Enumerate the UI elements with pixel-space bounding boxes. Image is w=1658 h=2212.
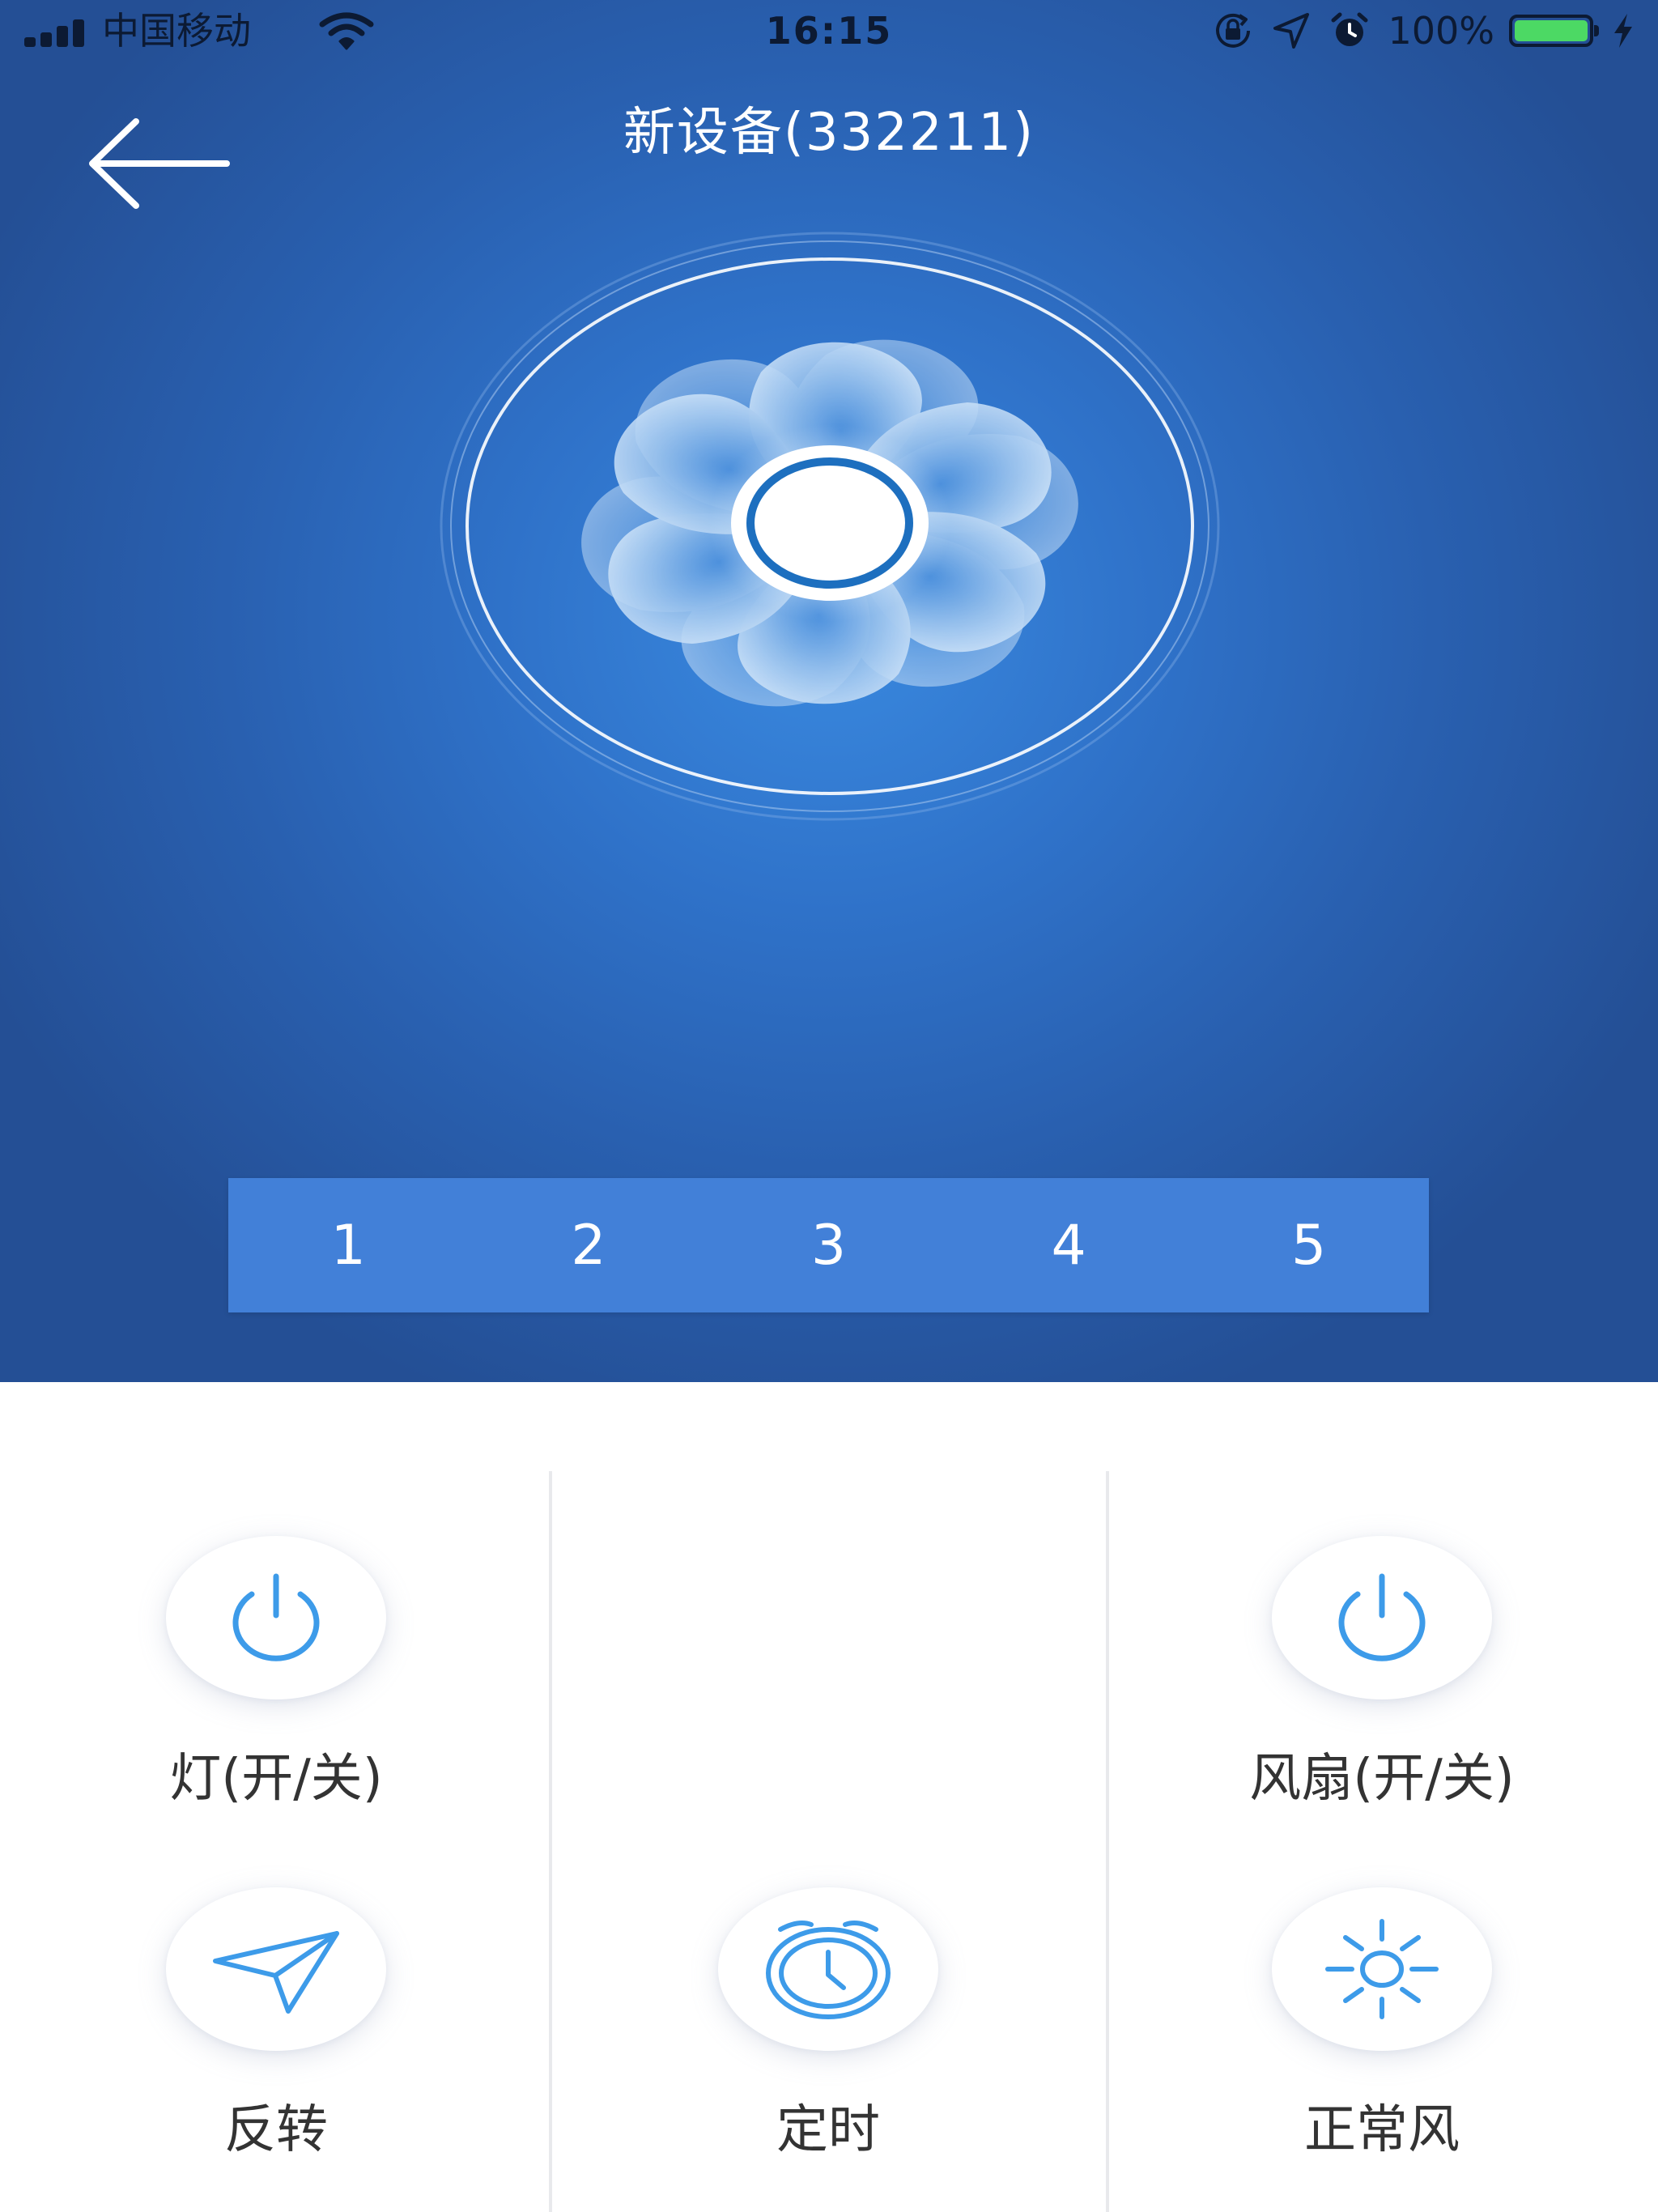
controls-panel: 灯(开/关) 风扇(开/关) 反转 定时 正常风 <box>0 1382 1658 2212</box>
speed-selector: 12345 <box>228 1178 1429 1312</box>
speed-level-2[interactable]: 2 <box>469 1178 709 1312</box>
sun-icon <box>1325 1919 1439 2019</box>
fan-toggle-label: 风扇(开/关) <box>1249 1749 1515 1809</box>
speed-level-1[interactable]: 1 <box>228 1178 469 1312</box>
reverse-label: 反转 <box>224 2100 328 2160</box>
fan-control-screen: 中国移动 16:15 100% 新设备(332211) 1 2 3 4 5 灯(… <box>0 0 1658 2212</box>
hero-panel: 中国移动 16:15 100% 新设备(332211) 1 2 3 4 5 <box>0 0 1658 1382</box>
light-toggle-circle[interactable] <box>166 1536 386 1699</box>
battery-fill <box>1515 20 1588 41</box>
location-icon <box>1273 13 1310 49</box>
speed-level-5[interactable]: 5 <box>1188 1178 1429 1312</box>
fan-toggle-button[interactable]: 风扇(开/关) <box>1106 1536 1658 1811</box>
speed-level-3[interactable]: 3 <box>708 1178 949 1312</box>
normal-wind-circle[interactable] <box>1272 1887 1492 2051</box>
normal-wind-label: 正常风 <box>1304 2100 1460 2160</box>
timer-button[interactable]: 定时 <box>552 1887 1104 2163</box>
speed-level-4[interactable]: 4 <box>949 1178 1189 1312</box>
reverse-button[interactable]: 反转 <box>0 1887 552 2163</box>
fan-toggle-circle[interactable] <box>1272 1536 1492 1699</box>
normal-wind-button[interactable]: 正常风 <box>1106 1887 1658 2163</box>
page-title: 新设备(332211) <box>623 103 1035 163</box>
light-toggle-label: 灯(开/关) <box>169 1749 383 1809</box>
status-bar: 中国移动 16:15 100% <box>0 0 1658 62</box>
reverse-circle[interactable] <box>166 1887 386 2051</box>
battery-percent: 100% <box>1388 9 1494 53</box>
charging-icon <box>1614 14 1632 48</box>
light-toggle-button[interactable]: 灯(开/关) <box>0 1536 552 1811</box>
power-icon <box>232 1573 320 1661</box>
timer-label: 定时 <box>776 2100 880 2160</box>
alarm-icon <box>1331 12 1368 46</box>
fan-icon <box>440 232 1220 821</box>
alarm-clock-icon <box>766 1921 891 2019</box>
rotation-lock-icon <box>1216 13 1251 48</box>
status-right-group: 100% <box>1213 8 1635 53</box>
paper-plane-icon <box>213 1931 339 2014</box>
timer-circle[interactable] <box>718 1887 938 2051</box>
power-icon <box>1338 1573 1426 1661</box>
battery-icon <box>1509 15 1599 47</box>
